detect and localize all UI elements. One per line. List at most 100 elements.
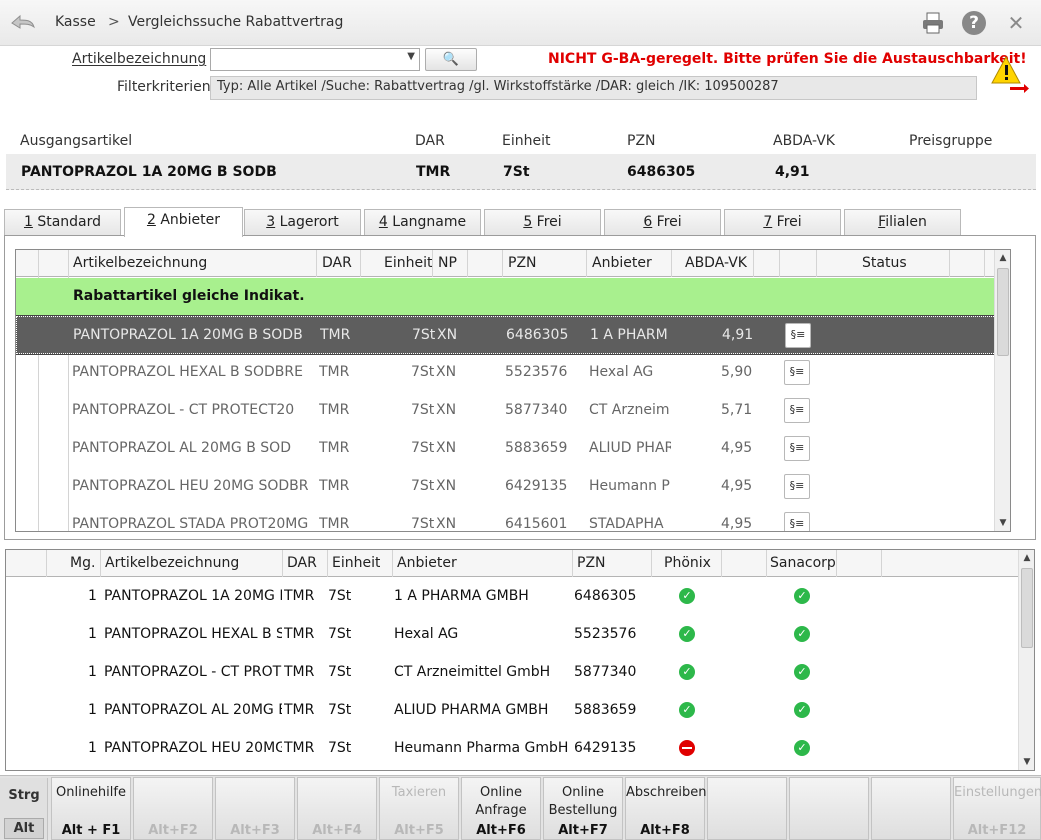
row-dar: TMR (319, 478, 350, 494)
col-abda-vk[interactable]: ABDA-VK (685, 255, 747, 271)
fkey-f9[interactable] (707, 777, 787, 840)
table-row[interactable]: PANTOPRAZOL HEU 20MG SODBR TMR 7St XN 64… (16, 468, 1010, 506)
taxieren-button[interactable]: Taxieren Alt+F5 (379, 777, 459, 840)
scroll-down-icon[interactable]: ▼ (995, 515, 1010, 531)
alt-key[interactable]: Alt (4, 818, 44, 839)
row-anbieter: Heumann Pharma GmbH & (394, 740, 570, 756)
scroll-thumb[interactable] (1021, 568, 1033, 648)
col-pzn[interactable]: PZN (577, 555, 606, 571)
warning-exchange-icon[interactable] (990, 55, 1030, 95)
tab-standard[interactable]: 1 Standard (4, 209, 121, 236)
source-name: PANTOPRAZOL 1A 20MG B SODB (21, 164, 277, 180)
row-abda-vk: 4,95 (721, 440, 753, 456)
online-anfrage-button[interactable]: Online Anfrage Alt+F6 (461, 777, 541, 840)
scroll-thumb[interactable] (997, 268, 1009, 356)
col-artikelbezeichnung[interactable]: Artikelbezeichnung (105, 555, 239, 571)
col-mg[interactable]: Mg. (70, 555, 95, 571)
help-icon[interactable]: ? (962, 11, 986, 35)
search-input[interactable]: ▼ (210, 48, 420, 71)
table-row[interactable]: PANTOPRAZOL 1A 20MG B SODB TMR 7St XN 64… (16, 315, 1010, 355)
search-button[interactable]: 🔍 (425, 48, 477, 71)
row-pzn: 5523576 (505, 364, 568, 380)
document-icon[interactable]: §≡ (785, 323, 811, 348)
tab-frei-7[interactable]: 7 Frei (724, 209, 841, 236)
document-icon[interactable]: §≡ (784, 360, 810, 385)
row-mg: 1 (88, 740, 97, 756)
col-status[interactable]: Status (862, 255, 907, 271)
tab-lagerort[interactable]: 3 Lagerort (244, 209, 361, 236)
row-anbieter: ALIUD PHARMA GMBH (394, 702, 549, 718)
col-einheit[interactable]: Einheit (384, 255, 432, 271)
tab-frei-6[interactable]: 6 Frei (604, 209, 721, 236)
abschreiben-button[interactable]: Abschreiben Alt+F8 (625, 777, 706, 840)
row-einheit: 7St (328, 740, 352, 756)
document-icon[interactable]: §≡ (784, 436, 810, 461)
tab-anbieter[interactable]: 2 Anbieter (124, 207, 243, 237)
document-icon[interactable]: §≡ (784, 512, 810, 531)
col-sanacorp[interactable]: Sanacorp (770, 555, 836, 571)
fkey-f11[interactable] (871, 777, 951, 840)
einstellungen-button[interactable]: Einstellungen Alt+F12 (953, 777, 1041, 840)
online-bestellung-button[interactable]: Online Bestellung Alt+F7 (543, 777, 623, 840)
table-row[interactable]: PANTOPRAZOL - CT PROTECT20 TMR 7St XN 58… (16, 392, 1010, 430)
header-pzn: PZN (627, 133, 656, 149)
document-icon[interactable]: §≡ (784, 398, 810, 423)
breadcrumb-kasse[interactable]: Kasse (55, 14, 96, 30)
back-arrow-icon[interactable] (10, 12, 36, 37)
row-abda-vk: 4,91 (722, 327, 754, 343)
col-phoenix[interactable]: Phönix (664, 555, 711, 571)
printer-icon[interactable] (921, 11, 945, 39)
col-artikelbezeichnung[interactable]: Artikelbezeichnung (73, 255, 207, 271)
col-anbieter[interactable]: Anbieter (592, 255, 652, 271)
scroll-down-icon[interactable]: ▼ (1019, 754, 1034, 770)
table-row[interactable]: 1 PANTOPRAZOL AL 20MG B TMR 7St ALIUD PH… (6, 692, 1018, 730)
tab-frei-5[interactable]: 5 Frei (484, 209, 601, 236)
row-name: PANTOPRAZOL HEXAL B SODBRE (72, 364, 303, 380)
fkey-f2[interactable]: Alt+F2 (133, 777, 213, 840)
grid2-scrollbar[interactable]: ▲ ▼ (1018, 550, 1034, 770)
col-dar[interactable]: DAR (322, 255, 352, 271)
fkey-f10[interactable] (789, 777, 869, 840)
alternatives-grid[interactable]: Artikelbezeichnung DAR Einheit NP PZN An… (15, 249, 1011, 532)
table-row[interactable]: 1 PANTOPRAZOL HEXAL B S TMR 7St Hexal AG… (6, 616, 1018, 654)
scroll-up-icon[interactable]: ▲ (1019, 550, 1034, 566)
fkey-f4[interactable]: Alt+F4 (297, 777, 377, 840)
document-icon[interactable]: §≡ (784, 474, 810, 499)
row-np: XN (436, 478, 457, 494)
col-anbieter[interactable]: Anbieter (397, 555, 457, 571)
table-row[interactable]: PANTOPRAZOL STADA PROT20MG TMR 7St XN 64… (16, 506, 1010, 532)
table-row[interactable]: 1 PANTOPRAZOL 1A 20MG B TMR 7St 1 A PHAR… (6, 578, 1018, 616)
row-pzn: 5877340 (574, 664, 637, 680)
grid1-scrollbar[interactable]: ▲ ▼ (994, 250, 1010, 531)
table-row[interactable]: PANTOPRAZOL AL 20MG B SOD TMR 7St XN 588… (16, 430, 1010, 468)
row-pzn: 5523576 (574, 626, 637, 642)
col-pzn[interactable]: PZN (508, 255, 537, 271)
search-label: Artikelbezeichnung (72, 51, 207, 67)
scroll-up-icon[interactable]: ▲ (995, 250, 1010, 266)
row-np: XN (436, 402, 457, 418)
table-row[interactable]: 1 PANTOPRAZOL HEU 20MG TMR 7St Heumann P… (6, 730, 1018, 768)
row-einheit: 7St (411, 478, 435, 494)
check-circle-icon: ✓ (679, 626, 695, 642)
col-dar[interactable]: DAR (287, 555, 317, 571)
col-np[interactable]: NP (438, 255, 457, 271)
availability-grid[interactable]: Mg. Artikelbezeichnung DAR Einheit Anbie… (5, 549, 1035, 771)
tab-filialen[interactable]: Filialen (844, 209, 961, 236)
table-row[interactable]: 1 PANTOPRAZOL - CT PROT TMR 7St CT Arzne… (6, 654, 1018, 692)
source-einheit: 7St (503, 164, 530, 180)
col-einheit[interactable]: Einheit (332, 555, 380, 571)
onlinehilfe-button[interactable]: Onlinehilfe Alt + F1 (51, 777, 131, 840)
strg-key[interactable]: Strg (0, 788, 48, 803)
row-name: PANTOPRAZOL - CT PROTECT20 (72, 402, 295, 418)
group-row[interactable]: Rabattartikel gleiche Indikat. (16, 278, 1010, 316)
fkey-f3[interactable]: Alt+F3 (215, 777, 295, 840)
close-icon[interactable]: ✕ (1004, 11, 1028, 35)
tab-langname[interactable]: 4 Langname (364, 209, 481, 236)
chevron-down-icon[interactable]: ▼ (407, 51, 415, 62)
source-pzn: 6486305 (627, 164, 696, 180)
check-circle-icon: ✓ (794, 702, 810, 718)
modifier-keys[interactable]: Strg Alt (0, 778, 48, 840)
check-circle-icon: ✓ (794, 626, 810, 642)
row-anbieter: STADAPHA (589, 516, 664, 532)
table-row[interactable]: PANTOPRAZOL HEXAL B SODBRE TMR 7St XN 55… (16, 354, 1010, 392)
